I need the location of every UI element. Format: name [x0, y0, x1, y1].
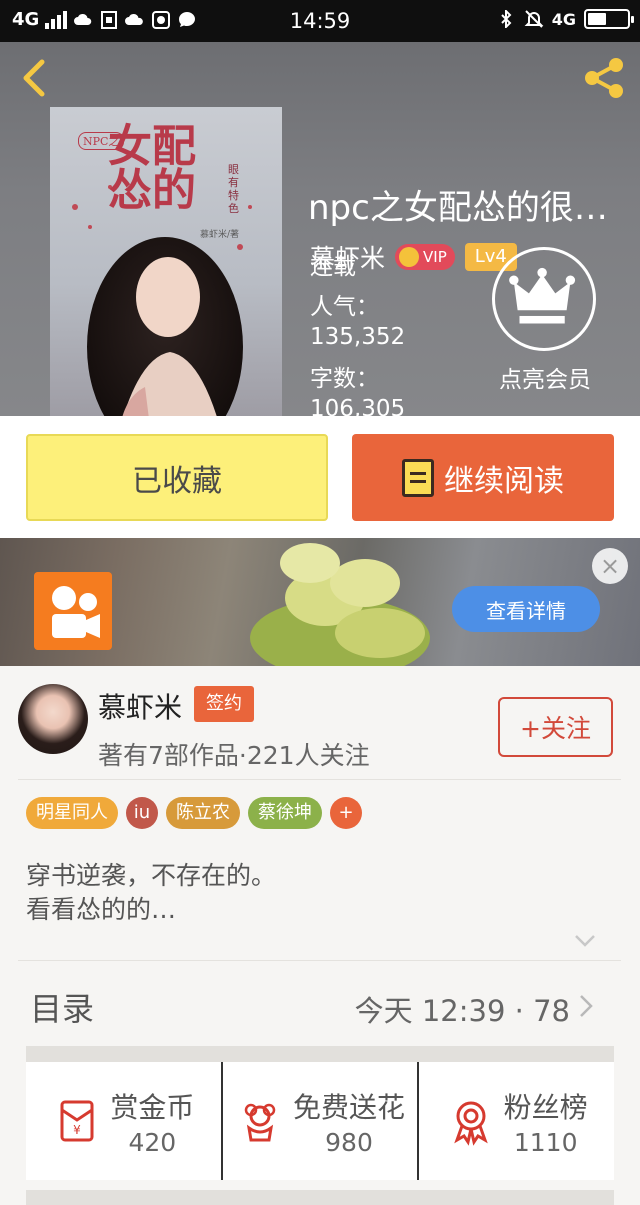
status-right: 4G [496, 9, 634, 29]
reward-text: 粉丝榜 1110 [504, 1086, 588, 1157]
share-icon[interactable] [580, 54, 628, 102]
battery-icon [584, 9, 634, 29]
reward-coins-button[interactable]: ¥ 赏金币 420 [26, 1062, 221, 1180]
tag-item[interactable]: iu [126, 797, 158, 829]
fan-ranking-button[interactable]: 粉丝榜 1110 [417, 1062, 614, 1180]
action-bar: 已收藏 继续阅读 [0, 416, 640, 538]
collected-button[interactable]: 已收藏 [26, 434, 328, 521]
book-detail-page: 4G 14:59 4G NPC之 女配怂的 眼有特色 慕虾米/著 npc之女配怂… [0, 0, 640, 1205]
reward-row: ¥ 赏金币 420 免费送花 980 粉丝榜 1110 [26, 1062, 614, 1180]
toc-update-info: 今天 12:39 · 78 [354, 994, 570, 1028]
reward-value: 1110 [513, 1127, 578, 1157]
ad-app-logo-icon [34, 572, 112, 650]
book-title: npc之女配怂的很… [308, 188, 608, 228]
reward-label: 粉丝榜 [503, 1090, 588, 1124]
popularity-label: 人气： [310, 294, 379, 320]
signed-badge: 签约 [194, 686, 254, 722]
book-cover[interactable]: NPC之 女配怂的 眼有特色 慕虾米/著 [50, 107, 282, 416]
synopsis-line: 看看怂的的… [26, 895, 177, 924]
reward-label: 免费送花 [293, 1090, 406, 1124]
status-bar: 4G 14:59 4G [0, 0, 640, 42]
reward-value: 980 [325, 1127, 373, 1157]
reward-value: 420 [128, 1127, 177, 1157]
continue-reading-label: 继续阅读 [444, 463, 564, 499]
wordcount-label: 字数： [310, 366, 379, 392]
tag-item[interactable]: 明星同人 [26, 797, 118, 829]
follow-button[interactable]: +关注 [498, 697, 613, 757]
popularity-value: 135,352 [310, 324, 406, 350]
author-section: 慕虾米 签约 著有7部作品·221人关注 +关注 明星同人 iu 陈立农 蔡徐坤… [0, 666, 640, 1205]
reward-label: 赏金币 [110, 1090, 195, 1124]
vip-badge: VIP [395, 244, 455, 270]
tag-item[interactable]: 蔡徐坤 [248, 797, 322, 829]
cover-tag-text: 眼有特色 [228, 163, 239, 215]
section-spacer [26, 1046, 614, 1062]
medal-icon [453, 1101, 488, 1146]
bluetooth-icon [501, 10, 512, 28]
chevron-right-icon [580, 995, 593, 1017]
section-spacer [26, 1190, 614, 1205]
back-arrow-icon[interactable] [14, 56, 54, 100]
book-icon [402, 458, 434, 497]
vip-cta-label[interactable]: 点亮会员 [470, 360, 620, 394]
ad-image [250, 543, 430, 666]
synopsis[interactable]: 穿书逆袭，不存在的。 看看怂的的… [26, 859, 276, 927]
silent-bell-icon [524, 10, 544, 28]
synopsis-line: 穿书逆袭，不存在的。 [26, 861, 277, 890]
divider [18, 779, 621, 780]
vip-label: VIP [423, 248, 447, 266]
reward-text: 免费送花 980 [293, 1086, 405, 1157]
chevron-down-icon[interactable] [574, 934, 596, 948]
author-name[interactable]: 慕虾米 [98, 686, 182, 726]
flower-icon [244, 1103, 276, 1142]
ad-banner[interactable]: 查看详情 × [0, 538, 640, 666]
network-right-label: 4G [551, 9, 576, 29]
table-of-contents-row[interactable]: 目录 今天 12:39 · 78 [0, 966, 640, 1044]
ad-close-button[interactable]: × [592, 548, 628, 584]
tag-list: 明星同人 iu 陈立农 蔡徐坤 + [26, 797, 362, 829]
add-tag-button[interactable]: + [330, 797, 362, 829]
reward-text: 赏金币 420 [110, 1086, 194, 1157]
author-avatar[interactable] [18, 684, 88, 754]
divider [18, 960, 621, 961]
serial-status: 连载 [310, 254, 356, 280]
continue-reading-button[interactable]: 继续阅读 [352, 434, 614, 521]
book-hero: NPC之 女配怂的 眼有特色 慕虾米/著 npc之女配怂的很… 慕虾米 VIP … [0, 42, 640, 416]
cover-title-text: 女配怂的 [108, 121, 196, 216]
wordcount-value: 106,305 [310, 396, 406, 416]
crown-icon [399, 247, 420, 267]
tag-item[interactable]: 陈立农 [166, 797, 240, 829]
svg-text:¥: ¥ [74, 1123, 82, 1137]
send-flowers-button[interactable]: 免费送花 980 [220, 1062, 418, 1180]
ad-details-button[interactable]: 查看详情 [452, 586, 600, 632]
cover-author-text: 慕虾米/著 [200, 230, 240, 240]
author-stats: 著有7部作品·221人关注 [98, 741, 370, 770]
toc-label: 目录 [30, 990, 95, 1028]
red-envelope-icon: ¥ [60, 1100, 94, 1142]
vip-crown-icon[interactable] [492, 247, 596, 351]
